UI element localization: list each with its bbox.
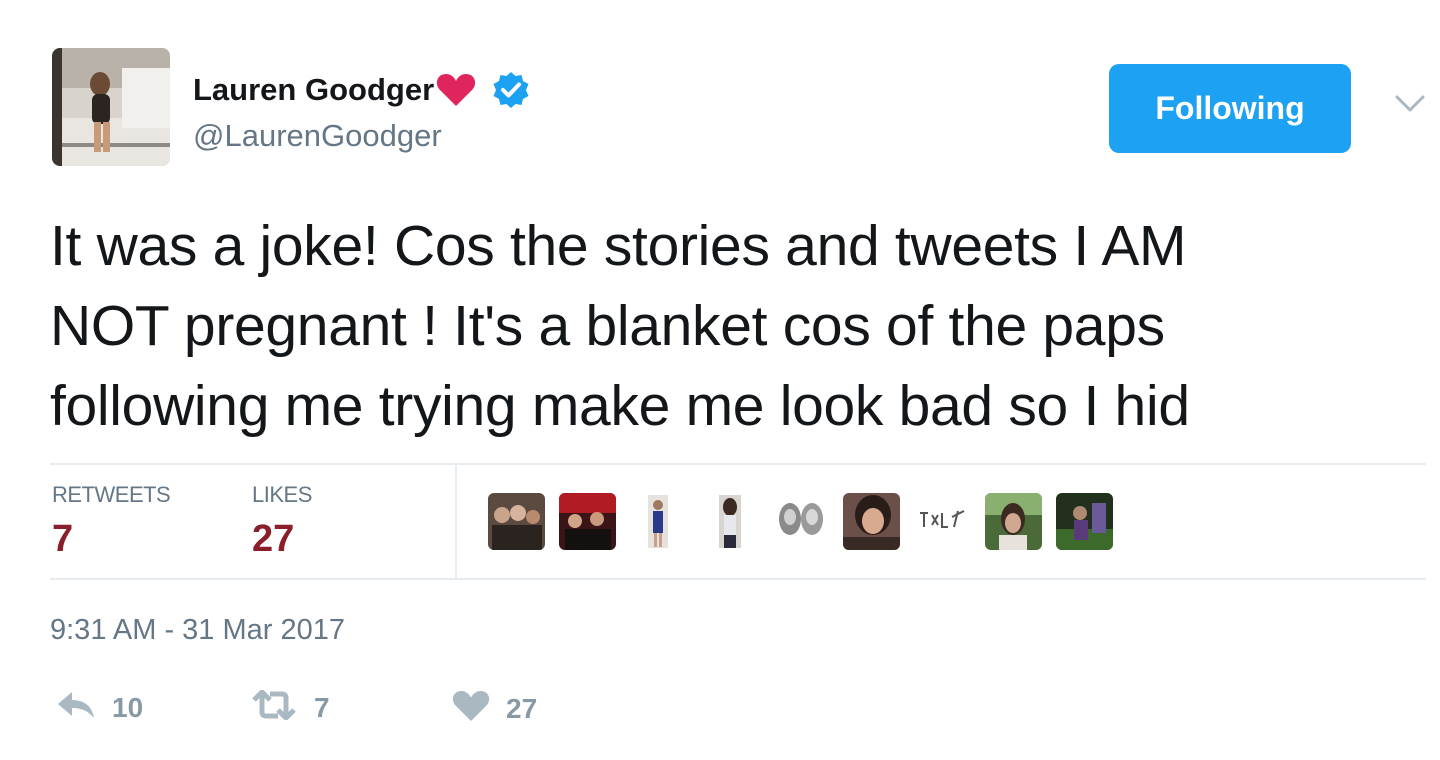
heart-icon: [452, 690, 490, 727]
liker-avatar[interactable]: [701, 493, 758, 550]
red-heart-icon: [436, 73, 476, 107]
reply-icon: [56, 690, 96, 725]
likes-stat[interactable]: LIKES 27: [252, 482, 312, 561]
liker-avatar[interactable]: [843, 493, 900, 550]
stats-divider-vertical: [455, 465, 457, 578]
liker-avatars: [488, 493, 1127, 550]
verified-badge-icon: [492, 71, 530, 109]
likes-count: 27: [252, 518, 295, 560]
profile-avatar[interactable]: [52, 48, 170, 166]
tweet-card: Lauren Goodger @LaurenGoodger Following …: [0, 0, 1440, 760]
liker-avatar[interactable]: [914, 493, 971, 550]
retweets-stat[interactable]: RETWEETS 7: [52, 482, 171, 561]
stats-divider-top: [50, 463, 1426, 465]
retweet-button[interactable]: 7: [250, 689, 330, 725]
liker-avatar[interactable]: [985, 493, 1042, 550]
liker-avatar[interactable]: [1056, 493, 1113, 550]
tweet-timestamp[interactable]: 9:31 AM - 31 Mar 2017: [50, 614, 345, 647]
tweet-text-line: NOT pregnant ! It's a blanket cos of the…: [50, 294, 1165, 358]
retweet-icon: [250, 689, 298, 725]
liker-avatar[interactable]: [559, 493, 616, 550]
liker-avatar[interactable]: [630, 493, 687, 550]
stats-divider-bottom: [50, 578, 1426, 580]
likes-label: LIKES: [252, 482, 312, 507]
tweet-text-line: It was a joke! Cos the stories and tweet…: [50, 214, 1187, 278]
retweets-label: RETWEETS: [52, 482, 171, 507]
author-handle[interactable]: @LaurenGoodger: [193, 118, 442, 154]
tweet-text: It was a joke! Cos the stories and tweet…: [50, 206, 1420, 446]
display-name[interactable]: Lauren Goodger: [193, 72, 434, 108]
tweet-text-line: following me trying make me look bad so …: [50, 374, 1190, 438]
author-name-row[interactable]: Lauren Goodger: [193, 70, 530, 110]
retweets-count: 7: [52, 518, 74, 560]
following-button[interactable]: Following: [1109, 64, 1351, 153]
chevron-down-icon: [1395, 95, 1425, 118]
liker-avatar[interactable]: [772, 493, 829, 550]
tweet-menu-button[interactable]: [1392, 92, 1428, 120]
reply-count: 10: [112, 691, 144, 723]
retweet-count: 7: [314, 691, 330, 723]
reply-button[interactable]: 10: [56, 690, 143, 725]
like-button[interactable]: 27: [452, 690, 537, 727]
like-count: 27: [506, 692, 538, 724]
liker-avatar[interactable]: [488, 493, 545, 550]
